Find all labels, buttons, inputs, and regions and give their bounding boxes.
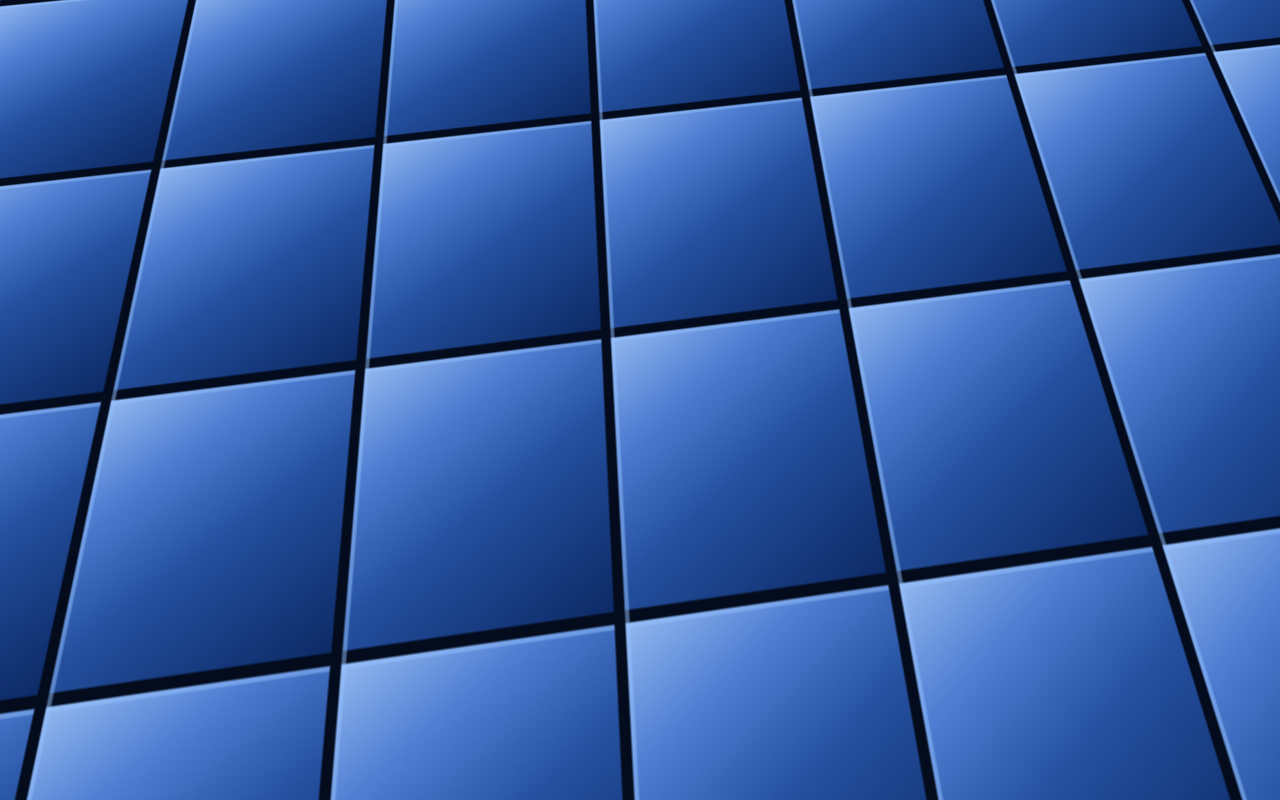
firefox-icon [137,6,159,28]
notifications-button[interactable] [1092,6,1112,28]
terminal-launcher-group[interactable] [166,3,205,30]
volume-icon [1056,9,1074,25]
trash-icon [40,223,82,267]
launch-label: Launch [868,462,911,477]
text-editor-icon [106,6,126,28]
search-icon [365,415,392,442]
power-icon [1248,9,1264,25]
panel-separator [213,7,214,27]
wallpaper-cube [1020,430,1156,563]
launch-icon [848,463,861,476]
workspace-1-label: 1 [234,9,242,25]
desktop-icon-trash[interactable]: Trash [16,221,106,290]
app-finder-task-button[interactable] [363,0,399,33]
terminal-icon [170,8,190,26]
workspace-2-label: 2 [265,9,273,25]
desktop-icon-file-system[interactable]: File System [16,135,106,204]
kali-logo-icon [8,5,32,29]
text-editor-button[interactable] [100,2,132,31]
desktop-icon-label: Trash [45,276,77,290]
finder-body: Preferences Launch [353,400,937,496]
preferences-button[interactable]: Preferences [365,456,480,483]
wallpaper-cube [946,295,1101,440]
workspace-3-button[interactable]: 3 [284,0,315,33]
kali-docs-icon [39,308,83,352]
kali-dragon-silhouette [260,110,900,580]
volume-button[interactable] [1055,6,1075,28]
close-icon [916,381,925,390]
launch-button[interactable]: Launch [836,456,923,483]
desktop-icon-label: Kali Linux a... [23,361,98,375]
folder-icon [73,8,95,26]
desktop-icon-floppy-disk[interactable]: Floppy Disk [16,392,106,461]
file-system-icon [39,137,83,181]
keyboard-icon [1019,10,1037,24]
wallpaper-cube [80,122,255,241]
lock-icon [1213,9,1226,25]
file-manager-dark-icon [41,7,63,27]
window-icon [361,378,376,393]
window-titlebar[interactable]: Application Finder [353,372,937,400]
preferences-label: Preferences [398,462,468,477]
minimize-button[interactable] [862,377,879,394]
gear-icon [377,463,391,477]
search-input-field[interactable] [417,421,897,436]
top-panel: 1 2 3 4 [0,0,1280,33]
maximize-button[interactable] [887,377,904,394]
home-icon [38,53,84,95]
panel-separator [354,7,355,27]
power-button[interactable] [1246,6,1266,28]
bell-icon [1094,8,1109,25]
firefox-button[interactable] [132,2,164,31]
clock-label: 2:39 [1166,9,1192,24]
desktop-icon-label: Home [44,105,77,119]
workspace-4-label: 4 [327,9,335,25]
kali-menu-button[interactable] [4,2,36,31]
status-indicator-button[interactable] [1129,6,1149,28]
clock[interactable]: 2:39 [1166,6,1192,28]
close-button[interactable] [912,377,929,394]
file-manager-dark-button[interactable] [36,2,68,31]
chevron-down-icon [192,14,201,20]
window-title: Application Finder [353,379,937,393]
wallpaper-cube [0,556,204,774]
workspace-4-button[interactable]: 4 [315,0,346,33]
app-finder-task-icon [372,8,390,26]
dragon-highlight [572,181,602,203]
status-circle-icon [1130,8,1147,25]
keyboard-layout-button[interactable] [1018,6,1038,28]
system-tray: 2:39 [1018,6,1272,28]
workspace-2-button[interactable]: 2 [253,0,284,33]
file-manager-button[interactable] [68,2,100,31]
wallpaper-cube [1147,37,1265,153]
desktop-icon-home[interactable]: Home [16,50,106,119]
desktop-icon-label: File System [28,190,93,204]
desktop-icon-kali-docs[interactable]: Kali Linux a... [16,306,106,375]
desktop-icon-label: Floppy Disk [28,447,93,461]
dropdown-arrow-icon[interactable] [897,420,913,437]
lock-screen-button[interactable] [1209,6,1229,28]
workspace-3-label: 3 [296,9,304,25]
application-finder-window: Application Finder [352,371,938,497]
floppy-disk-icon [39,394,83,438]
workspace-1-button[interactable]: 1 [222,0,253,33]
search-input[interactable] [403,413,923,444]
desktop-icon-list: Home File System Trash [16,50,106,461]
